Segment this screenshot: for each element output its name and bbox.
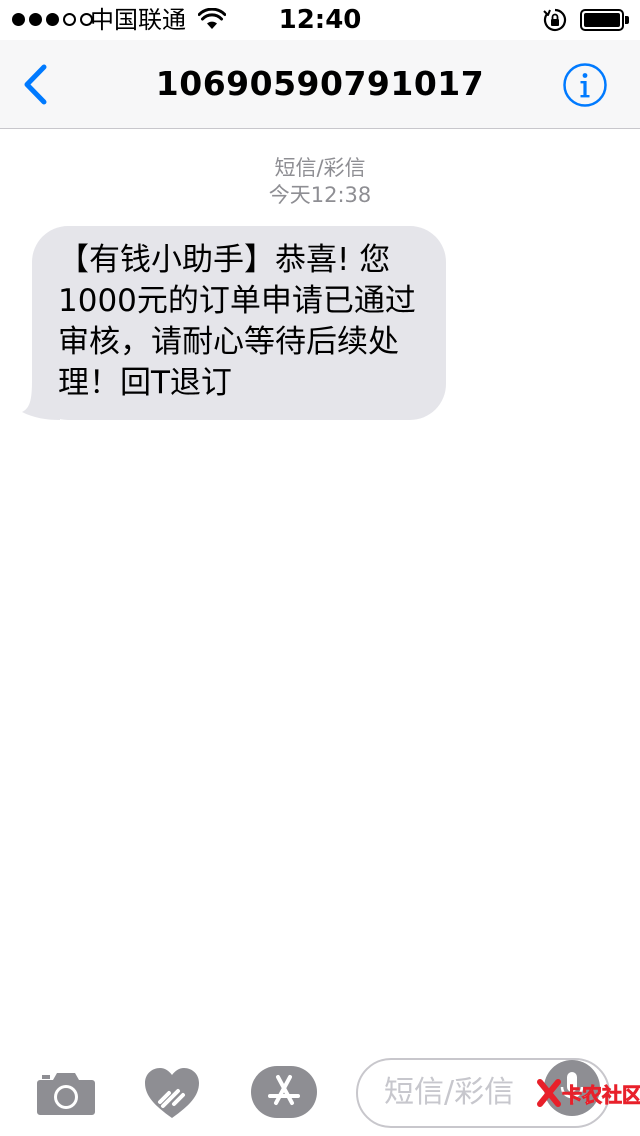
- navigation-bar: 10690590791017: [0, 40, 640, 129]
- status-bar: 中国联通 12:40: [0, 0, 640, 40]
- apps-button[interactable]: [250, 1065, 318, 1119]
- app-store-icon: [251, 1066, 317, 1118]
- camera-icon: [37, 1073, 95, 1115]
- digital-touch-button[interactable]: [143, 1066, 201, 1120]
- rotation-lock-icon: [543, 8, 567, 32]
- info-button[interactable]: [562, 62, 608, 108]
- message-meta: 短信/彩信 今天12:38: [0, 155, 640, 209]
- battery-level: [584, 13, 620, 27]
- camera-button[interactable]: [36, 1070, 96, 1116]
- message-timestamp: 今天12:38: [268, 183, 372, 207]
- heart-icon: [145, 1068, 199, 1118]
- conversation-title: 10690590791017: [155, 64, 485, 103]
- messages-screen: 中国联通 12:40 10690590791017 短信/彩信 今天12:38 …: [0, 0, 640, 1136]
- battery-icon: [580, 9, 630, 31]
- service-label: 短信/彩信: [274, 156, 366, 180]
- watermark-logo: 卡农社区: [537, 1079, 640, 1107]
- message-row: 【有钱小助手】恭喜! 您1000元的订单申请已通过审核，请耐心等待后续处理！回T…: [20, 226, 446, 420]
- message-input-placeholder: 短信/彩信: [384, 1075, 515, 1110]
- info-icon: [563, 63, 607, 107]
- watermark-text: 卡农社区: [562, 1083, 640, 1107]
- incoming-message-bubble[interactable]: 【有钱小助手】恭喜! 您1000元的订单申请已通过审核，请耐心等待后续处理！回T…: [32, 226, 446, 420]
